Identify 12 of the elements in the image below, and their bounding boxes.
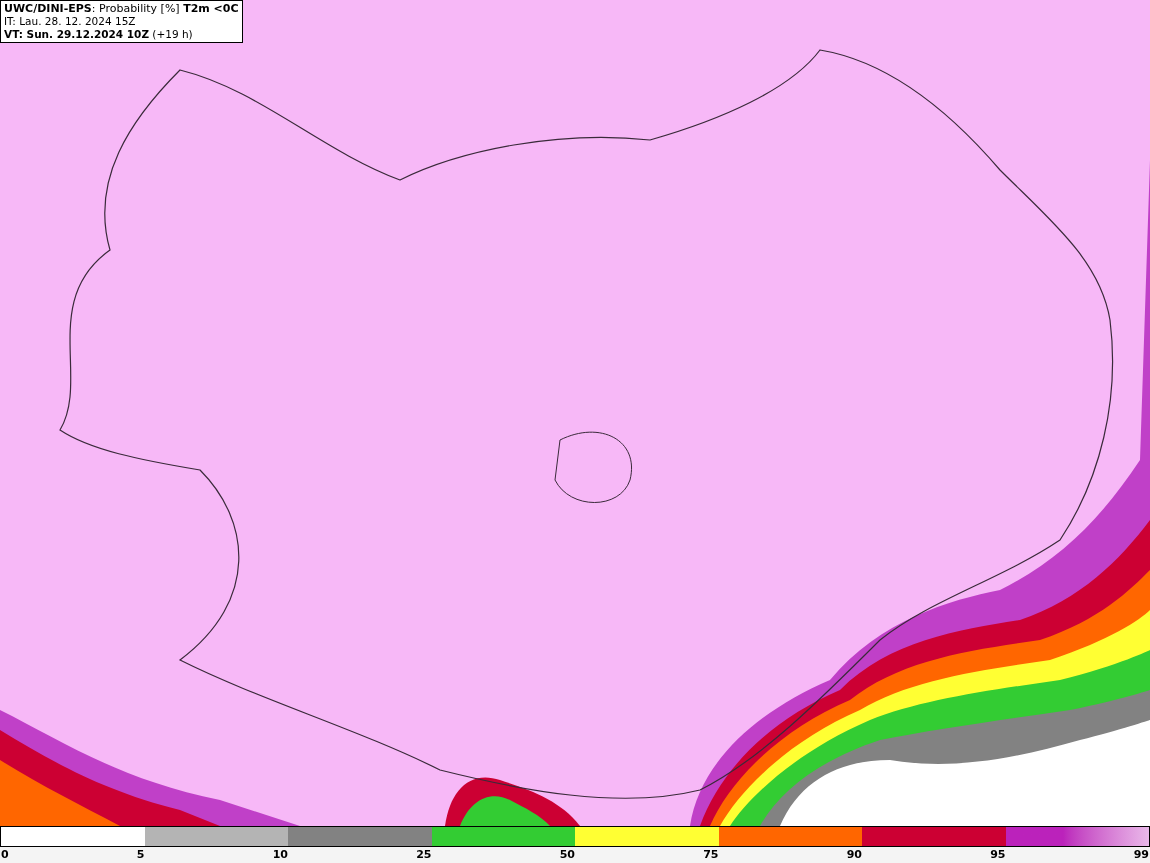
- scale-tick-label: 90: [846, 847, 862, 863]
- scale-tick-label: 10: [272, 847, 288, 863]
- header-text: VT: Sun. 29.12.2024 10Z (+19 h): [4, 28, 194, 41]
- header-text: IT: Lau. 28. 12. 2024 15Z: [4, 15, 137, 28]
- scale-tick-label: 99: [1133, 847, 1149, 863]
- scale-tick-label: 25: [416, 847, 432, 863]
- scale-tick-label: 50: [559, 847, 575, 863]
- scale-tick-label: 5: [136, 847, 145, 863]
- header-text: UWC/DINI-EPS: Probability [%] T2m <0C: [4, 2, 239, 15]
- scale-tick-label: 0: [1, 847, 9, 863]
- scale-tick-label: 95: [990, 847, 1006, 863]
- scale-tick-label: 75: [703, 847, 719, 863]
